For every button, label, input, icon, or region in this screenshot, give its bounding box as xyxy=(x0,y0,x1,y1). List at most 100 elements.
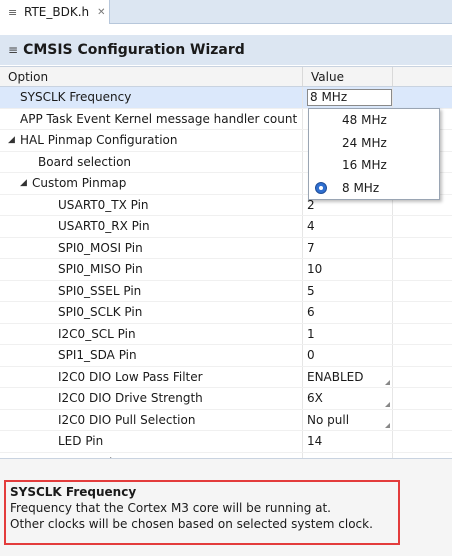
option-label: SPI0_MISO Pin xyxy=(58,262,143,277)
resize-grip-icon xyxy=(385,423,390,428)
resize-grip-icon xyxy=(385,380,390,385)
editor-tab-strip: ≡ RTE_BDK.h ✕ xyxy=(0,0,452,24)
editor-tab-label: RTE_BDK.h xyxy=(24,5,90,19)
table-row[interactable]: SPI0_SSEL Pin 5 xyxy=(0,280,452,302)
option-cell: SPI0_SSEL Pin xyxy=(0,280,303,301)
table-row[interactable]: SPI0_MOSI Pin 7 xyxy=(0,237,452,259)
option-label: Custom Pinmap xyxy=(32,176,127,191)
value-text: 6X xyxy=(307,391,323,406)
wizard-header: ≡ CMSIS Configuration Wizard xyxy=(0,35,452,65)
collapse-caret-icon[interactable]: ◢ xyxy=(8,135,20,145)
value-cell[interactable]: ENABLED xyxy=(303,366,393,387)
close-icon[interactable]: ✕ xyxy=(97,7,105,18)
option-cell: I2C0_SCL Pin xyxy=(0,323,303,344)
description-line: Other clocks will be chosen based on sel… xyxy=(10,517,373,531)
option-cell: SPI0_MISO Pin xyxy=(0,259,303,280)
option-cell: LED Pin xyxy=(0,431,303,452)
description-title: SYSCLK Frequency xyxy=(10,485,137,499)
column-header-value[interactable]: Value xyxy=(303,67,393,86)
option-cell: I2C0 DIO Low Pass Filter xyxy=(0,366,303,387)
value-cell[interactable]: 14 xyxy=(303,431,393,452)
table-row[interactable]: SPI0_SCLK Pin 6 xyxy=(0,302,452,324)
value-cell[interactable]: No pull xyxy=(303,409,393,430)
table-row[interactable]: I2C0_SCL Pin 1 xyxy=(0,323,452,345)
dropdown-option[interactable]: 48 MHz xyxy=(309,109,439,132)
value-cell[interactable]: 4 xyxy=(303,216,393,237)
table-header: Option Value xyxy=(0,67,452,87)
option-cell: SPI1_SDA Pin xyxy=(0,345,303,366)
option-label: SYSCLK Frequency xyxy=(20,90,132,105)
value-text: 5 xyxy=(307,283,315,298)
value-cell[interactable]: 8 MHz xyxy=(303,87,393,108)
option-cell: I2C0 DIO Pull Selection xyxy=(0,409,303,430)
value-cell[interactable]: 6 xyxy=(303,302,393,323)
value-cell[interactable]: 5 xyxy=(303,280,393,301)
value-cell[interactable]: 6X xyxy=(303,388,393,409)
editor-tab[interactable]: ≡ RTE_BDK.h ✕ xyxy=(0,0,110,24)
option-label: I2C0 DIO Drive Strength xyxy=(58,391,203,406)
value-cell[interactable]: 0 xyxy=(303,345,393,366)
option-label: I2C0 DIO Low Pass Filter xyxy=(58,369,203,384)
value-text: 7 xyxy=(307,240,315,255)
dropdown-option[interactable]: 8 MHz xyxy=(309,177,439,200)
description-box: SYSCLK Frequency Frequency that the Cort… xyxy=(4,480,400,545)
value-text: 0 xyxy=(307,348,315,363)
table-row[interactable]: I2C0 DIO Drive Strength 6X xyxy=(0,388,452,410)
value-text: 4 xyxy=(307,219,315,234)
option-label: USART0_RX Pin xyxy=(58,219,150,234)
option-cell: Board selection xyxy=(0,151,303,172)
description-line: Frequency that the Cortex M3 core will b… xyxy=(10,501,331,515)
list-icon: ≡ xyxy=(8,5,18,19)
sysclk-select[interactable]: 8 MHz xyxy=(307,88,392,106)
option-label: USART0_TX Pin xyxy=(58,197,149,212)
list-icon: ≡ xyxy=(8,43,19,57)
option-label: SPI1_SDA Pin xyxy=(58,348,137,363)
collapse-caret-icon[interactable]: ◢ xyxy=(20,178,32,188)
option-label: I2C0 DIO Pull Selection xyxy=(58,412,196,427)
value-text: ENABLED xyxy=(307,369,364,384)
table-row[interactable]: USART0_RX Pin 4 xyxy=(0,216,452,238)
value-cell[interactable]: 7 xyxy=(303,237,393,258)
radio-selected-icon xyxy=(315,181,327,194)
option-cell: SPI0_SCLK Pin xyxy=(0,302,303,323)
value-text: 14 xyxy=(307,434,323,449)
table-row[interactable]: SYSCLK Frequency 8 MHz xyxy=(0,87,452,109)
column-header-option[interactable]: Option xyxy=(0,67,303,86)
value-text: 10 xyxy=(307,262,323,277)
option-cell: ◢ Custom Pinmap xyxy=(0,173,303,194)
table-row[interactable]: SPI1_SDA Pin 0 xyxy=(0,345,452,367)
option-cell: ◢ HAL Pinmap Configuration xyxy=(0,130,303,151)
option-label: HAL Pinmap Configuration xyxy=(20,133,178,148)
option-label: SPI0_SCLK Pin xyxy=(58,305,143,320)
option-label: Board selection xyxy=(38,154,132,169)
table-row[interactable]: LED Pin 14 xyxy=(0,431,452,453)
resize-grip-icon xyxy=(385,401,390,407)
value-text: No pull xyxy=(307,412,350,427)
dropdown-option[interactable]: 16 MHz xyxy=(309,154,439,177)
option-cell: SPI0_MOSI Pin xyxy=(0,237,303,258)
option-cell: APP Task Event Kernel message handler co… xyxy=(0,108,303,129)
dropdown-option-label: 48 MHz xyxy=(342,113,387,128)
table-row[interactable]: I2C0 DIO Low Pass Filter ENABLED xyxy=(0,366,452,388)
value-cell[interactable]: 10 xyxy=(303,259,393,280)
dropdown-option-label: 16 MHz xyxy=(342,158,387,173)
dropdown-option[interactable]: 24 MHz xyxy=(309,132,439,155)
wizard-title: CMSIS Configuration Wizard xyxy=(23,42,245,58)
option-label: I2C0_SCL Pin xyxy=(58,326,136,341)
option-cell: I2C0 DIO Drive Strength xyxy=(0,388,303,409)
option-cell: USART0_TX Pin xyxy=(0,194,303,215)
option-label: APP Task Event Kernel message handler co… xyxy=(20,111,298,126)
table-row[interactable]: SPI0_MISO Pin 10 xyxy=(0,259,452,281)
option-cell: SYSCLK Frequency xyxy=(0,87,303,108)
sysclk-dropdown-list: 48 MHz 24 MHz 16 MHz 8 MHz xyxy=(308,108,440,200)
value-text: 1 xyxy=(307,326,315,341)
option-label: SPI0_SSEL Pin xyxy=(58,283,142,298)
value-cell[interactable]: 1 xyxy=(303,323,393,344)
value-text: 6 xyxy=(307,305,315,320)
option-label: SPI0_MOSI Pin xyxy=(58,240,143,255)
table-row[interactable]: I2C0 DIO Pull Selection No pull xyxy=(0,409,452,431)
option-cell: USART0_RX Pin xyxy=(0,216,303,237)
description-panel: SYSCLK Frequency Frequency that the Cort… xyxy=(0,458,452,556)
dropdown-option-label: 8 MHz xyxy=(342,180,380,195)
dropdown-option-label: 24 MHz xyxy=(342,135,387,150)
